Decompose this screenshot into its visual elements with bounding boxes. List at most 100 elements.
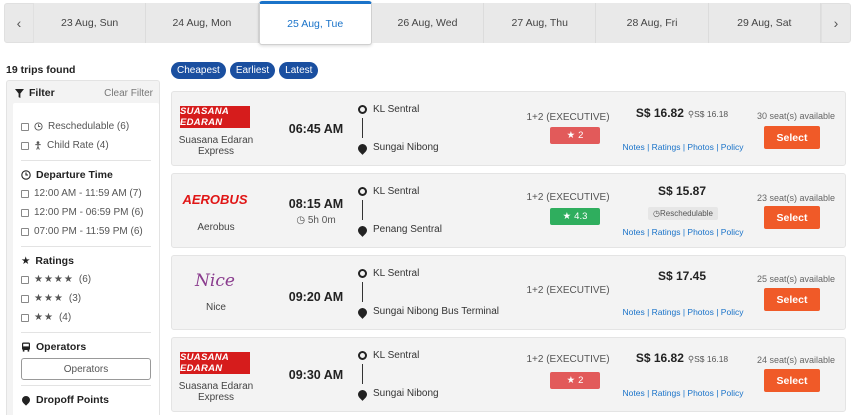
- chevron-right-icon: ›: [833, 15, 839, 31]
- trip-links[interactable]: Notes | Ratings | Photos | Policy: [622, 388, 744, 398]
- departure-time: 08:15 AM: [288, 197, 344, 211]
- stars-icon: ★★★★: [34, 274, 74, 285]
- route-line: [362, 200, 363, 220]
- price: S$ 16.82 ⚲S$ 16.18: [635, 106, 729, 120]
- operator-name: Suasana Edaran Express: [178, 135, 254, 157]
- map-pin-icon: [356, 306, 369, 319]
- date-tab[interactable]: 26 Aug, Wed: [371, 3, 485, 43]
- clock-icon: ◷: [296, 215, 308, 226]
- sort-latest-chip[interactable]: Latest: [279, 62, 319, 79]
- child-icon: [35, 141, 41, 150]
- checkbox[interactable]: [21, 294, 29, 303]
- clear-filter-link[interactable]: Clear Filter: [104, 88, 153, 99]
- origin-dot-icon: [358, 187, 367, 196]
- rating-badge: ★ 2: [550, 127, 600, 144]
- departure-time-option[interactable]: 12:00 AM - 11:59 AM (7): [21, 184, 159, 203]
- rating-option[interactable]: ★★ (4): [21, 308, 159, 327]
- bus-type: 1+2 (EXECUTIVE): [526, 112, 610, 123]
- date-tab[interactable]: 27 Aug, Thu: [484, 3, 597, 43]
- reschedulable-filter[interactable]: Reschedulable (6): [21, 117, 159, 136]
- operators-button[interactable]: Operators: [21, 358, 151, 380]
- origin-dot-icon: [358, 105, 367, 114]
- trip-card: SUASANA EDARAN Suasana Edaran Express 06:…: [171, 91, 846, 166]
- seats-available: 30 seat(s) available: [756, 111, 836, 121]
- route-line: [362, 118, 363, 138]
- origin-dot-icon: [358, 269, 367, 278]
- sort-options: Cheapest Earliest Latest: [171, 62, 319, 79]
- rating-option[interactable]: ★★★★ (6): [21, 270, 159, 289]
- select-button[interactable]: Select: [764, 369, 820, 392]
- select-button[interactable]: Select: [764, 288, 820, 311]
- filter-icon: [15, 88, 24, 98]
- date-tab[interactable]: 28 Aug, Fri: [596, 3, 709, 43]
- departure-time-option[interactable]: 12:00 PM - 06:59 PM (6): [21, 203, 159, 222]
- child-price: ⚲S$ 16.18: [687, 354, 729, 364]
- map-pin-icon: [356, 142, 369, 155]
- trip-links[interactable]: Notes | Ratings | Photos | Policy: [622, 227, 744, 237]
- clock-icon: [34, 122, 43, 131]
- select-button[interactable]: Select: [764, 126, 820, 149]
- destination-station: Sungai Nibong: [373, 142, 439, 153]
- operator-logo: Nice: [195, 271, 235, 291]
- operator-logo: AEROBUS: [182, 191, 248, 207]
- date-tab[interactable]: 29 Aug, Sat: [708, 3, 821, 43]
- departure-time-option[interactable]: 07:00 PM - 11:59 PM (6): [21, 222, 159, 241]
- date-tab-selected[interactable]: 25 Aug, Tue: [258, 1, 372, 45]
- star-icon: ★: [21, 255, 31, 267]
- trips-found-count: 19 trips found: [6, 64, 76, 76]
- rating-option[interactable]: ★★★ (3): [21, 289, 159, 308]
- origin-station: KL Sentral: [373, 104, 420, 115]
- trip-links[interactable]: Notes | Ratings | Photos | Policy: [622, 307, 744, 317]
- child-rate-filter[interactable]: Child Rate (4): [21, 136, 159, 155]
- checkbox[interactable]: [21, 189, 29, 198]
- departure-time: 09:20 AM: [288, 290, 344, 304]
- trip-card: AEROBUS Aerobus 08:15 AM ◷ 5h 0m KL Sent…: [171, 173, 846, 248]
- seats-available: 25 seat(s) available: [756, 274, 836, 284]
- prev-date-button[interactable]: ‹: [4, 3, 34, 43]
- star-icon: ★: [562, 211, 572, 222]
- rating-badge: ★ 4.3: [550, 208, 600, 225]
- checkbox[interactable]: [21, 122, 29, 131]
- operator-logo: SUASANA EDARAN: [180, 352, 250, 374]
- checkbox[interactable]: [21, 313, 29, 322]
- origin-dot-icon: [358, 351, 367, 360]
- date-tab[interactable]: 24 Aug, Mon: [146, 3, 259, 43]
- stars-icon: ★★★: [34, 293, 64, 304]
- chevron-left-icon: ‹: [16, 15, 22, 31]
- map-pin-icon: [356, 388, 369, 401]
- date-tab[interactable]: 23 Aug, Sun: [34, 3, 147, 43]
- checkbox[interactable]: [21, 227, 29, 236]
- checkbox[interactable]: [21, 208, 29, 217]
- dropoff-points-heading: Dropoff Points: [20, 391, 159, 409]
- operator-logo: SUASANA EDARAN: [180, 106, 250, 128]
- sort-cheapest-chip[interactable]: Cheapest: [171, 62, 226, 79]
- trip-links[interactable]: Notes | Ratings | Photos | Policy: [622, 142, 744, 152]
- destination-station: Penang Sentral: [373, 224, 442, 235]
- stars-icon: ★★: [34, 312, 54, 323]
- reschedulable-label: Reschedulable (6): [48, 121, 130, 132]
- map-pin-icon: [20, 394, 32, 406]
- seats-available: 23 seat(s) available: [756, 193, 836, 203]
- sort-earliest-chip[interactable]: Earliest: [229, 62, 276, 79]
- bus-type: 1+2 (EXECUTIVE): [526, 192, 610, 203]
- departure-time: 09:30 AM: [288, 368, 344, 382]
- seats-available: 24 seat(s) available: [756, 355, 836, 365]
- star-icon: ★: [566, 375, 576, 386]
- next-date-button[interactable]: ›: [821, 3, 851, 43]
- checkbox[interactable]: [21, 275, 29, 284]
- filter-options: Reschedulable (6) Child Rate (4) Departu…: [13, 103, 159, 415]
- checkbox[interactable]: [21, 141, 29, 150]
- filter-panel: Filter Clear Filter Reschedulable (6) Ch…: [6, 80, 160, 415]
- departure-time-heading: Departure Time: [21, 166, 159, 184]
- bus-type: 1+2 (EXECUTIVE): [526, 285, 610, 296]
- child-price: ⚲S$ 16.18: [687, 109, 729, 119]
- operator-name: Nice: [205, 302, 226, 313]
- departure-time: 06:45 AM: [288, 122, 344, 136]
- bus-type: 1+2 (EXECUTIVE): [526, 354, 610, 365]
- bus-icon: [22, 342, 30, 352]
- select-button[interactable]: Select: [764, 206, 820, 229]
- trip-duration: ◷ 5h 0m: [296, 215, 336, 226]
- price: S$ 15.87: [657, 184, 707, 198]
- route-line: [362, 364, 363, 384]
- rating-badge: ★ 2: [550, 372, 600, 389]
